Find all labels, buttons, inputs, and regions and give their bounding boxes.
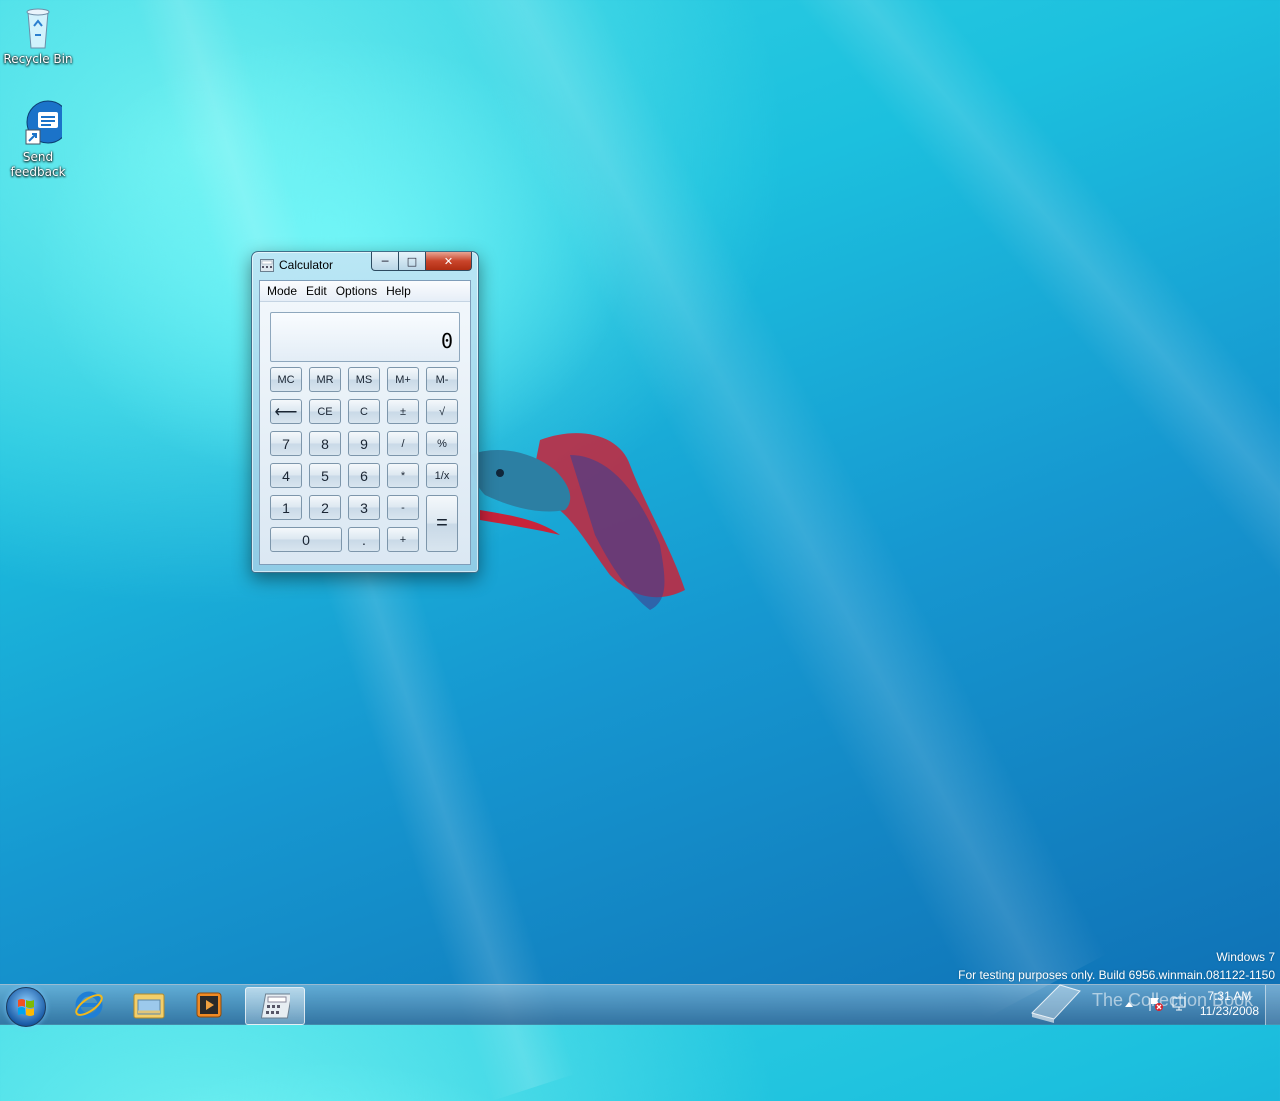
multiply-button[interactable]: *	[387, 463, 419, 488]
windows-explorer-icon	[133, 993, 165, 1019]
minimize-icon: ─	[381, 254, 389, 268]
menu-help[interactable]: Help	[386, 284, 411, 298]
network-icon[interactable]	[1172, 996, 1188, 1012]
divide-button[interactable]: /	[387, 431, 419, 456]
send-feedback-shortcut[interactable]: Send feedback	[0, 100, 76, 180]
digit-7-button[interactable]: 7	[270, 431, 302, 456]
equals-button[interactable]: =	[426, 495, 458, 552]
collection-book-logo-icon	[1031, 984, 1081, 1023]
calculator-icon	[260, 259, 274, 272]
recycle-bin-label: Recycle Bin	[3, 52, 73, 66]
digit-0-button[interactable]: 0	[270, 527, 342, 552]
close-icon: ✕	[443, 254, 454, 268]
menu-edit[interactable]: Edit	[306, 284, 327, 298]
calculator-window[interactable]: Calculator ─ □ ✕ Mode Edit Options Help …	[251, 251, 479, 573]
build-info-label: For testing purposes only. Build 6956.wi…	[958, 968, 1275, 982]
windows-logo-icon	[18, 999, 34, 1016]
title-bar[interactable]: Calculator ─ □ ✕	[252, 252, 478, 278]
digit-6-button[interactable]: 6	[348, 463, 380, 488]
square-root-button[interactable]: √	[426, 399, 458, 424]
calculator-icon	[260, 993, 290, 1019]
display-value: 0	[440, 329, 453, 353]
taskbar: The Collection Book 7:31 AM 11/23/2008	[0, 984, 1280, 1027]
mc-button[interactable]: MC	[270, 367, 302, 392]
menu-mode[interactable]: Mode	[267, 284, 297, 298]
maximize-icon: □	[406, 254, 418, 268]
menu-bar: Mode Edit Options Help	[260, 281, 470, 302]
digit-2-button[interactable]: 2	[309, 495, 341, 520]
recycle-bin-shortcut[interactable]: Recycle Bin	[0, 2, 76, 67]
action-center-flag-icon[interactable]	[1148, 996, 1164, 1012]
percent-button[interactable]: %	[426, 431, 458, 456]
taskbar-calculator[interactable]	[245, 987, 305, 1025]
taskbar-media-player[interactable]	[180, 987, 238, 1023]
digit-3-button[interactable]: 3	[348, 495, 380, 520]
mr-button[interactable]: MR	[309, 367, 341, 392]
calculator-display: 0	[270, 312, 460, 362]
decimal-button[interactable]: .	[348, 527, 380, 552]
m-plus-button[interactable]: M+	[387, 367, 419, 392]
internet-explorer-icon	[75, 991, 103, 1019]
recycle-bin-icon	[26, 8, 50, 49]
plus-minus-button[interactable]: ±	[387, 399, 419, 424]
add-button[interactable]: +	[387, 527, 419, 552]
m-minus-button[interactable]: M-	[426, 367, 458, 392]
taskbar-internet-explorer[interactable]	[60, 987, 118, 1023]
start-button[interactable]	[6, 987, 46, 1027]
subtract-button[interactable]: -	[387, 495, 419, 520]
clear-entry-button[interactable]: CE	[309, 399, 341, 424]
show-desktop-button[interactable]	[1265, 985, 1280, 1025]
send-feedback-icon	[25, 100, 62, 145]
close-button[interactable]: ✕	[426, 252, 472, 271]
menu-options[interactable]: Options	[336, 284, 377, 298]
clear-button[interactable]: C	[348, 399, 380, 424]
digit-5-button[interactable]: 5	[309, 463, 341, 488]
reciprocal-button[interactable]: 1/x	[426, 463, 458, 488]
calculator-body: Mode Edit Options Help 0 MC MR MS M+ M- …	[259, 280, 471, 565]
maximize-button[interactable]: □	[399, 252, 426, 271]
backspace-button[interactable]: ⟵	[270, 399, 302, 424]
os-version-label: Windows 7	[1216, 950, 1275, 964]
digit-8-button[interactable]: 8	[309, 431, 341, 456]
digit-1-button[interactable]: 1	[270, 495, 302, 520]
betta-fish-wallpaper	[470, 433, 685, 610]
digit-4-button[interactable]: 4	[270, 463, 302, 488]
media-player-icon	[196, 992, 222, 1018]
clock-time: 7:31 AM	[1207, 989, 1252, 1003]
send-feedback-label: Send feedback	[10, 150, 66, 179]
digit-9-button[interactable]: 9	[348, 431, 380, 456]
ms-button[interactable]: MS	[348, 367, 380, 392]
minimize-button[interactable]: ─	[371, 252, 399, 271]
system-clock[interactable]: 7:31 AM 11/23/2008	[1200, 989, 1259, 1019]
window-title: Calculator	[279, 258, 334, 272]
show-hidden-icons-icon[interactable]	[1124, 1000, 1134, 1008]
clock-date: 11/23/2008	[1199, 1004, 1259, 1018]
taskbar-windows-explorer[interactable]	[120, 987, 178, 1023]
